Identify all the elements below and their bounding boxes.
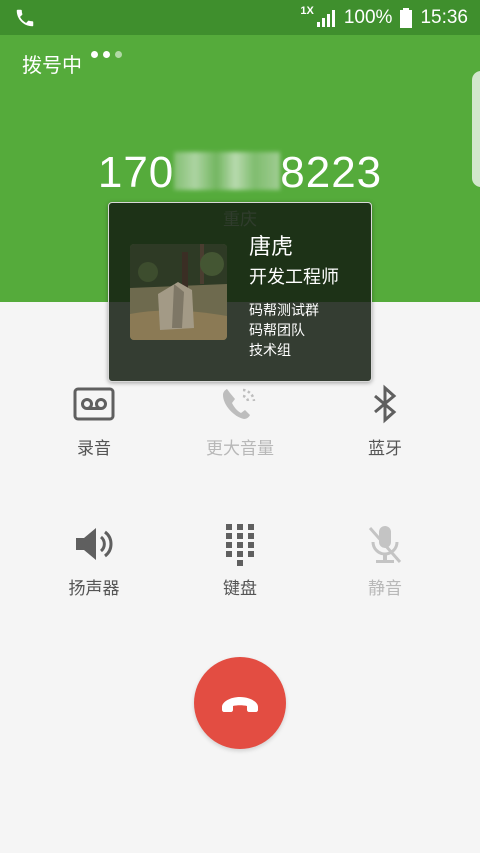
bluetooth-button[interactable]: 蓝牙 — [325, 382, 445, 459]
keypad-button[interactable]: 键盘 — [180, 522, 300, 599]
pixelated-digits — [174, 152, 281, 190]
contact-group: 技术组 — [249, 343, 291, 359]
contact-card: 唐虎 开发工程师 码帮测试群 码帮团队 技术组 — [108, 202, 372, 382]
signal-icon — [316, 10, 335, 27]
hangup-icon — [222, 697, 258, 712]
battery-percent: 100% — [343, 7, 393, 28]
clock: 15:36 — [420, 7, 468, 28]
bluetooth-label: 蓝牙 — [368, 439, 402, 459]
contact-group: 码帮测试群 — [249, 303, 319, 319]
phone-icon — [16, 9, 34, 27]
speaker-icon — [76, 528, 113, 560]
end-call-button[interactable] — [194, 657, 286, 749]
keypad-icon — [226, 524, 254, 566]
contact-photo — [130, 244, 227, 340]
status-bar: 1X 100% 15:36 — [0, 0, 480, 35]
contact-name: 唐虎 — [249, 235, 294, 260]
mute-button[interactable]: 静音 — [325, 522, 445, 599]
call-status: 拨号中 — [22, 53, 82, 77]
speaker-label: 扬声器 — [68, 579, 120, 599]
record-button[interactable]: 录音 — [34, 382, 154, 459]
battery-icon — [400, 8, 413, 28]
mute-icon — [368, 526, 402, 563]
extra-volume-button[interactable]: 更大音量 — [180, 382, 300, 459]
dialing-dots — [91, 51, 122, 58]
contact-title: 开发工程师 — [249, 267, 339, 288]
mute-label: 静音 — [368, 579, 402, 599]
record-label: 录音 — [77, 439, 111, 459]
contact-group: 码帮团队 — [249, 323, 305, 339]
phone-number-prefix: 170 — [97, 148, 175, 197]
phone-number-suffix: 8223 — [280, 148, 383, 197]
keypad-label: 键盘 — [223, 579, 257, 599]
speaker-button[interactable]: 扬声器 — [34, 522, 154, 599]
cassette-icon — [73, 387, 115, 421]
volume-boost-icon — [223, 388, 256, 419]
contact-groups: 码帮测试群 码帮团队 技术组 — [249, 301, 319, 361]
bluetooth-icon — [374, 384, 397, 424]
phone-number: 170 8223 — [0, 148, 480, 198]
extra-volume-label: 更大音量 — [206, 439, 274, 459]
network-type: 1X — [300, 5, 314, 17]
